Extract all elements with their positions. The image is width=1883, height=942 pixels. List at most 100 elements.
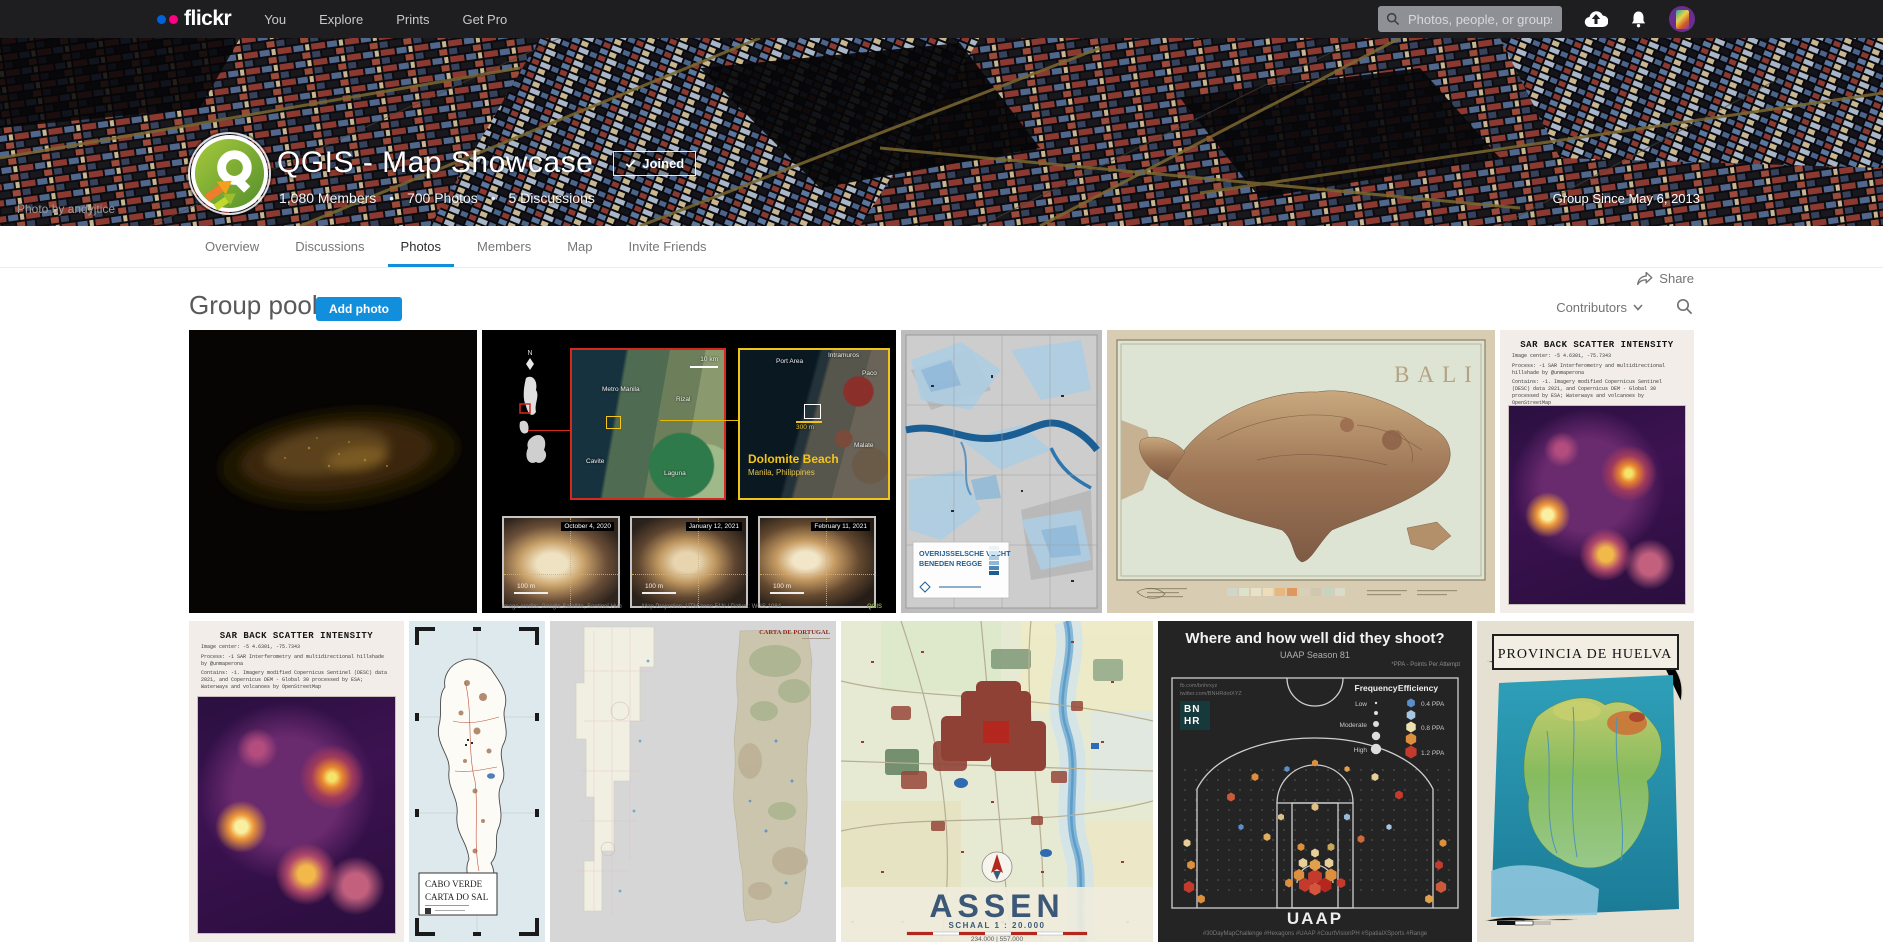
flickr-logo-dot-blue <box>157 15 166 24</box>
nav-item-prints[interactable]: Prints <box>396 12 429 27</box>
photo-thumbnail-carta-de-portugal[interactable]: CARTA DE PORTUGAL <box>550 621 836 942</box>
pool-search-button[interactable] <box>1676 298 1693 320</box>
eff-08: 0.8 PPA <box>1421 725 1445 732</box>
contributors-dropdown[interactable]: Contributors <box>1556 300 1643 315</box>
huelva-map-art: PROVINCIA DE HUELVA <box>1477 621 1694 942</box>
assen-coords: 234.000 | 557.000 <box>971 936 1024 942</box>
tab-discussions[interactable]: Discussions <box>282 226 377 267</box>
sar2-heatmap-art <box>198 697 395 933</box>
sar2-meta-line3: Contains: -1. Imagery modified Copernicu… <box>201 670 392 690</box>
photo-thumbnail-provincia-de-huelva[interactable]: PROVINCIA DE HUELVA <box>1477 621 1694 942</box>
user-avatar-image <box>1676 10 1689 29</box>
timeseries-panel-1: October 4, 2020 100 m <box>502 516 620 608</box>
shots-title: Where and how well did they shoot? <box>1158 630 1472 647</box>
shots-footer: UAAP <box>1158 909 1472 929</box>
tab-map[interactable]: Map <box>554 226 605 267</box>
sar-meta-line3: Contains: -1. Imagery modified Copernicu… <box>1512 379 1682 406</box>
sar2-title: SAR BACK SCATTER INTENSITY <box>195 631 398 641</box>
tab-invite-friends[interactable]: Invite Friends <box>616 226 720 267</box>
discussions-count[interactable]: 5 Discussions <box>509 190 595 206</box>
group-tabbar: Overview Discussions Photos Members Map … <box>0 226 1883 268</box>
nav-right-group <box>1378 6 1695 32</box>
freq-legend-label: Frequency <box>1355 683 1398 693</box>
tab-photos[interactable]: Photos <box>388 226 454 267</box>
user-avatar[interactable] <box>1669 6 1695 32</box>
sar-meta-line1: Image center: -5 4.6301, -75.7343 <box>1512 353 1682 360</box>
dolomite-subtitle: Manila, Philippines <box>748 468 815 477</box>
eff-legend-label: Efficiency <box>1398 683 1438 693</box>
social-twitter: twitter.com/BNHRdotXYZ <box>1180 691 1242 699</box>
chevron-down-icon <box>1633 304 1643 311</box>
assen-map-art: ASSEN SCHAAL 1 : 20.000 234.000 | 557.00… <box>841 621 1153 942</box>
group-stats: 1,080 Members • 700 Photos • 5 Discussio… <box>279 190 595 206</box>
nav-item-getpro[interactable]: Get Pro <box>462 12 507 27</box>
philippines-outline-art: N <box>490 344 570 504</box>
credit-right: QGIS <box>867 604 882 610</box>
joined-button[interactable]: Joined <box>613 151 696 176</box>
stats-separator: • <box>389 190 394 206</box>
nav-item-explore[interactable]: Explore <box>319 12 363 27</box>
flickr-logo-text: flickr <box>184 7 231 31</box>
tab-members[interactable]: Members <box>464 226 544 267</box>
top-navbar: flickr You Explore Prints Get Pro <box>0 0 1883 38</box>
huelva-title: PROVINCIA DE HUELVA <box>1498 647 1673 662</box>
photo-thumbnail-bali-map[interactable]: BALI <box>1107 330 1495 613</box>
eff-12: 1.2 PPA <box>1421 750 1445 757</box>
freq-high: High <box>1354 747 1368 754</box>
photo-grid: N Metro Manila Rizal Cavite Laguna 10 km… <box>189 330 1694 942</box>
portugal-title: CARTA DE PORTUGAL <box>759 629 831 636</box>
stats-separator2: • <box>491 190 496 206</box>
cover-photo-credit[interactable]: Photo by andyjtice <box>17 202 115 216</box>
credit-center: Map Projection: UTM zone 51N / Datum: WG… <box>642 604 781 610</box>
assen-scale: SCHAAL 1 : 20.000 <box>949 921 1046 930</box>
flickr-logo[interactable]: flickr <box>157 7 231 31</box>
cabo-verde-map-art: CABO VERDE CARTA DO SAL <box>409 621 545 942</box>
bali-map-art: BALI <box>1107 330 1495 613</box>
photo-thumbnail-sar-backscatter-2[interactable]: SAR BACK SCATTER INTENSITY Image center:… <box>189 621 404 942</box>
vecht-legend-sub: BENEDEN REGGE <box>919 559 982 568</box>
search-icon <box>1386 12 1400 26</box>
gold-relief-art <box>189 330 477 613</box>
portugal-map-art: CARTA DE PORTUGAL <box>550 621 836 942</box>
add-photo-button[interactable]: Add photo <box>316 297 402 321</box>
group-title: QGIS - Map Showcase <box>277 146 593 180</box>
bnhr-logo-block: fb.com/bnhrxyz twitter.com/BNHRdotXYZ BN… <box>1180 683 1242 730</box>
manila-overview-map: Metro Manila Rizal Cavite Laguna 10 km <box>570 348 726 500</box>
photo-thumbnail-cabo-verde[interactable]: CABO VERDE CARTA DO SAL <box>409 621 545 942</box>
dolomite-title: Dolomite Beach <box>748 452 839 466</box>
search-input[interactable] <box>1406 11 1554 28</box>
sar-meta-line2: Process: -1 SAR Interferometry and multi… <box>1512 363 1682 377</box>
pool-search-icon <box>1676 298 1693 315</box>
nav-search-box[interactable] <box>1378 6 1562 32</box>
timeseries-panel-2: January 12, 2021 100 m <box>630 516 748 608</box>
photo-thumbnail-sar-backscatter[interactable]: SAR BACK SCATTER INTENSITY Image center:… <box>1500 330 1694 613</box>
freq-low: Low <box>1355 701 1367 708</box>
connector-line <box>660 420 738 421</box>
photo-thumbnail-gold-relief[interactable] <box>189 330 477 613</box>
members-count[interactable]: 1,080 Members <box>279 190 376 206</box>
photo-row-2: SAR BACK SCATTER INTENSITY Image center:… <box>189 621 1694 942</box>
bnhr-logo: BN HR <box>1180 701 1210 730</box>
group-avatar-qgis-logo[interactable] <box>190 134 269 213</box>
credit-left: Image credits: Google Satellite, Sentine… <box>502 604 622 610</box>
group-pool-heading: Group pool <box>189 290 318 321</box>
photo-thumbnail-assen[interactable]: ASSEN SCHAAL 1 : 20.000 234.000 | 557.00… <box>841 621 1153 942</box>
shots-hashtags: #30DayMapChallenge #Hexagons #UAAP #Cour… <box>1158 931 1472 937</box>
social-fb: fb.com/bnhrxyz <box>1180 683 1242 691</box>
sar-title: SAR BACK SCATTER INTENSITY <box>1506 340 1688 350</box>
notifications-bell-icon[interactable] <box>1630 10 1647 29</box>
upload-cloud-icon[interactable] <box>1584 10 1608 28</box>
photos-count[interactable]: 700 Photos <box>407 190 478 206</box>
tab-overview[interactable]: Overview <box>192 226 272 267</box>
photo-thumbnail-uaap-shot-chart[interactable]: Where and how well did they shoot? UAAP … <box>1158 621 1472 942</box>
group-since: Group Since May 6, 2013 <box>1553 191 1700 206</box>
vecht-map-art: OVERIJSSELSCHE VECHT BENEDEN REGGE <box>901 330 1102 613</box>
contributors-label: Contributors <box>1556 300 1627 315</box>
share-button[interactable]: Share <box>1636 271 1694 286</box>
nav-item-you[interactable]: You <box>264 12 286 27</box>
connector-line-red <box>528 430 570 431</box>
photo-thumbnail-dolomite-beach[interactable]: N Metro Manila Rizal Cavite Laguna 10 km… <box>482 330 896 613</box>
check-icon <box>625 158 636 169</box>
freq-moderate: Moderate <box>1340 722 1368 729</box>
photo-thumbnail-vecht-river-map[interactable]: OVERIJSSELSCHE VECHT BENEDEN REGGE <box>901 330 1102 613</box>
